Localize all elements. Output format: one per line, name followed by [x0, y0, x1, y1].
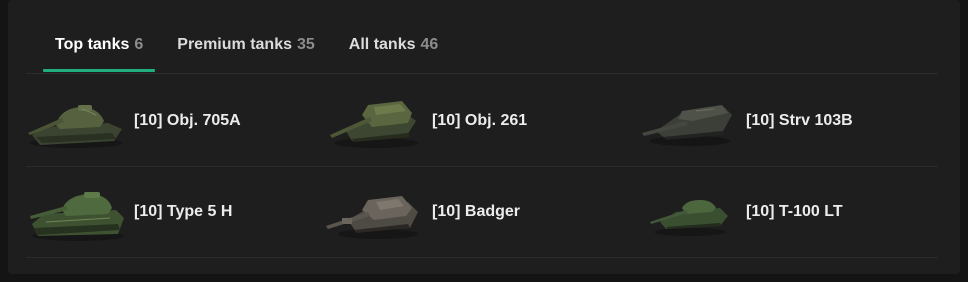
tank-destroyer-icon: [326, 196, 418, 239]
tab-all-tanks[interactable]: All tanks 46: [337, 18, 450, 72]
tab-count: 6: [134, 36, 144, 53]
tabs-divider: [26, 73, 938, 74]
tab-count: 46: [420, 36, 439, 53]
tank-name: [10] T-100 LT: [746, 203, 843, 220]
tank-item-t-100-lt[interactable]: [10] T-100 LT: [636, 167, 936, 257]
tab-label: Premium tanks: [177, 36, 292, 53]
tank-name: [10] Obj. 705A: [134, 112, 241, 129]
tank-name: [10] Obj. 261: [432, 112, 528, 129]
tank-item-strv-103b[interactable]: [10] Strv 103B: [636, 76, 936, 166]
artillery-tank-icon: [330, 101, 418, 148]
tab-label: Top tanks: [55, 36, 130, 53]
tank-row: [10] Type 5 H [10] Badger [10] T-100 LT: [26, 167, 938, 258]
heavy-tank-icon: [30, 192, 124, 241]
tab-count: 35: [297, 36, 315, 53]
tank-name: [10] Badger: [432, 203, 521, 220]
tank-item-obj-705a[interactable]: [10] Obj. 705A: [26, 76, 326, 166]
tank-item-obj-261[interactable]: [10] Obj. 261: [322, 76, 632, 166]
light-tank-icon: [650, 200, 728, 236]
tank-list-panel: Top tanks 6 Premium tanks 35 All tanks 46: [8, 0, 960, 274]
tank-item-type-5-h[interactable]: [10] Type 5 H: [26, 167, 326, 257]
heavy-tank-icon: [28, 105, 122, 148]
tank-row: [10] Obj. 705A [10] Obj. 261 [10] Strv 1…: [26, 76, 938, 167]
tab-top-tanks[interactable]: Top tanks 6: [43, 18, 156, 72]
tank-item-badger[interactable]: [10] Badger: [322, 167, 632, 257]
tank-destroyer-icon: [642, 105, 732, 146]
tank-grid: [10] Obj. 705A [10] Obj. 261 [10] Strv 1…: [26, 76, 938, 258]
tab-bar: Top tanks 6 Premium tanks 35 All tanks 46: [43, 18, 460, 74]
tab-label: All tanks: [348, 36, 416, 53]
tank-name: [10] Strv 103B: [746, 112, 853, 129]
tab-premium-tanks[interactable]: Premium tanks 35: [165, 18, 327, 72]
tank-name: [10] Type 5 H: [134, 203, 233, 220]
